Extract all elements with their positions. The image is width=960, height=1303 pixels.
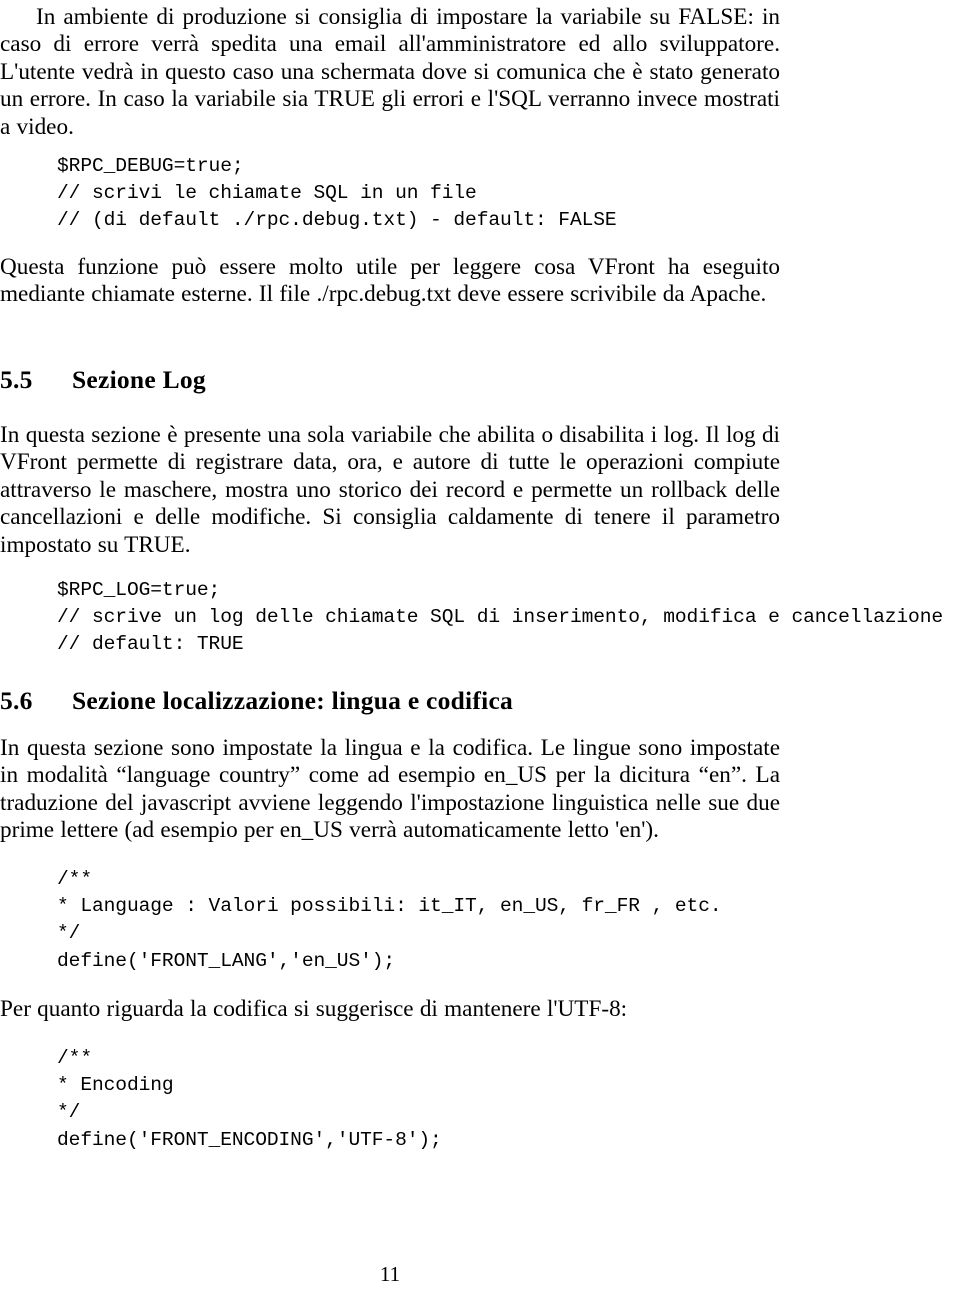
code-block-front-lang: /** * Language : Valori possibili: it_IT… [57,868,722,972]
encoding-paragraph: Per quanto riguarda la codifica si sugge… [0,996,628,1022]
code-block-rpc-debug-container: $RPC_DEBUG=true; // scrivi le chiamate S… [57,153,617,235]
code-block-front-encoding-container: /** * Encoding */ define('FRONT_ENCODING… [57,1045,442,1154]
intro-paragraph-block: In ambiente di produzione si consiglia d… [0,4,780,141]
section-heading-56-block: 5.6 Sezione localizzazione: lingua e codi… [0,686,513,716]
section-55-paragraph-block: In questa sezione è presente una sola va… [0,422,780,559]
code-block-front-encoding: /** * Encoding */ define('FRONT_ENCODING… [57,1047,442,1151]
encoding-paragraph-block: Per quanto riguarda la codifica si sugge… [0,996,780,1023]
after-debug-paragraph-block: Questa funzione può essere molto utile p… [0,254,780,309]
page-number: 11 [379,1262,401,1286]
code-block-front-lang-container: /** * Language : Valori possibili: it_IT… [57,866,722,975]
code-block-rpc-log-container: $RPC_LOG=true; // scrive un log delle ch… [57,577,943,659]
document-page: In ambiente di produzione si consiglia d… [0,0,960,1303]
section-56-paragraph: In questa sezione sono impostate la ling… [0,735,780,844]
section-56-paragraph-block: In questa sezione sono impostate la ling… [0,735,780,845]
section-heading-56: 5.6 Sezione localizzazione: lingua e codi… [0,686,513,716]
code-block-rpc-log: $RPC_LOG=true; // scrive un log delle ch… [57,579,944,656]
section-heading-55: 5.5 Sezione Log [0,365,206,395]
section-title-55: Sezione Log [72,365,206,394]
section-title-56: Sezione localizzazione: lingua e codific… [72,686,514,715]
intro-paragraph: In ambiente di produzione si consiglia d… [0,4,780,140]
section-heading-55-block: 5.5 Sezione Log [0,365,206,395]
section-number-56: 5.6 [0,686,33,715]
section-55-paragraph: In questa sezione è presente una sola va… [0,422,780,558]
section-number-55: 5.5 [0,365,33,394]
code-block-rpc-debug: $RPC_DEBUG=true; // scrivi le chiamate S… [57,155,617,232]
after-debug-paragraph: Questa funzione può essere molto utile p… [0,254,780,308]
